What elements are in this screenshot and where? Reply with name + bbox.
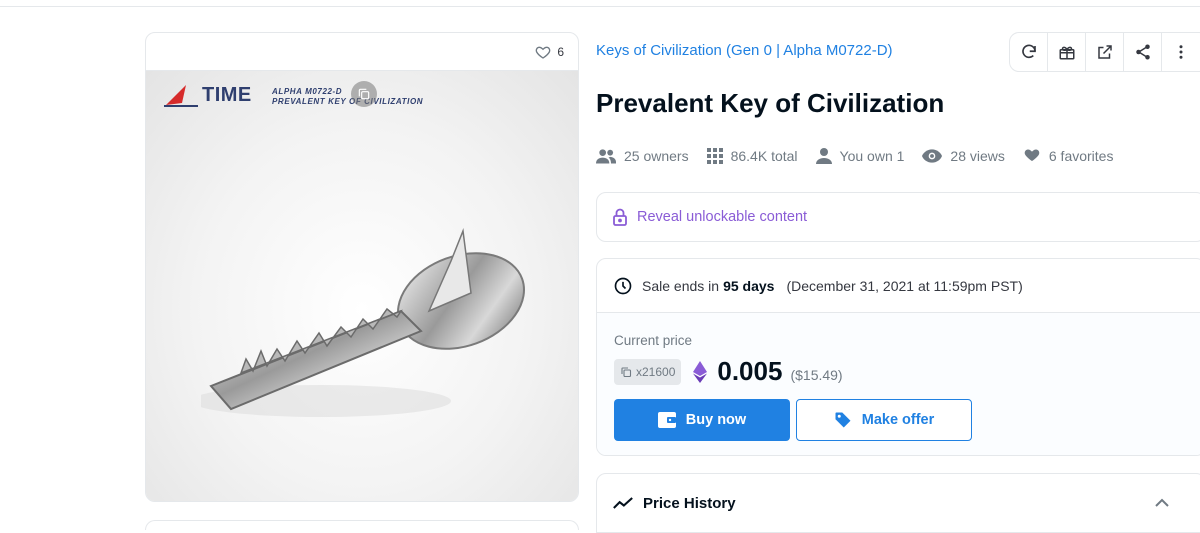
trend-icon [613, 497, 633, 509]
eye-icon [922, 149, 943, 163]
image-card-header: 6 [146, 33, 578, 71]
item-stats: 25 owners 86.4K total You own 1 28 views… [596, 148, 1131, 164]
chevron-up-icon[interactable] [1155, 498, 1169, 508]
current-price-label: Current price [614, 333, 693, 348]
key-artwork [201, 228, 525, 417]
price-usd: ($15.49) [790, 366, 843, 383]
copy-icon[interactable] [351, 81, 377, 107]
more-button[interactable] [1162, 33, 1200, 71]
ethereum-icon [693, 360, 708, 383]
favorites-count: 6 favorites [1048, 148, 1114, 164]
favorites-stat[interactable]: 6 favorites [1023, 148, 1114, 164]
sale-ends-days: 95 days [723, 277, 775, 294]
sale-ends-prefix: Sale ends in [642, 277, 720, 294]
unlockable-label: Reveal unlockable content [637, 209, 808, 225]
sale-body: Current price x21600 0.005 ($15.49) Buy … [597, 313, 1200, 455]
tag-icon [835, 412, 851, 428]
clock-icon [614, 277, 632, 294]
buy-now-label: Buy now [685, 412, 747, 428]
unlockable-content-button[interactable]: Reveal unlockable content [596, 192, 1200, 242]
person-icon [815, 148, 832, 164]
description-card-edge [145, 520, 579, 530]
price-eth: 0.005 [717, 356, 783, 386]
top-divider [0, 6, 1200, 7]
make-offer-button[interactable]: Make offer [796, 399, 972, 441]
external-link-button[interactable] [1086, 33, 1124, 71]
sale-countdown: Sale ends in 95 days (December 31, 2021 … [597, 259, 1200, 313]
item-actions [1009, 32, 1200, 72]
total-count: 86.4K total [730, 148, 798, 164]
owners-stat[interactable]: 25 owners [596, 148, 689, 164]
views-count: 28 views [950, 148, 1005, 164]
item-image[interactable]: TIME ALPHA M0722-D PREVALENT KEY OF CIVI… [146, 71, 578, 501]
heart-icon[interactable] [535, 44, 551, 60]
wallet-icon [657, 412, 676, 428]
total-stat: 86.4K total [706, 148, 798, 164]
sale-ends-date: (December 31, 2021 at 11:59pm PST) [786, 277, 1023, 294]
price-row: x21600 0.005 ($15.49) [614, 356, 1200, 387]
refresh-button[interactable] [1010, 33, 1048, 71]
you-own-stat: You own 1 [815, 148, 905, 164]
quantity-value: x21600 [636, 364, 676, 379]
artwork-subtitle: ALPHA M0722-D PREVALENT KEY OF CIVILIZAT… [272, 87, 423, 107]
heart-filled-icon [1024, 149, 1040, 162]
item-image-card: 6 TIME ALPHA M0722-D PREVALENT KEY OF CI… [145, 32, 579, 502]
share-icon [1135, 44, 1150, 60]
gift-icon [1059, 46, 1074, 60]
buy-now-button[interactable]: Buy now [614, 399, 790, 441]
brand-name: TIME [202, 83, 252, 106]
artwork-subtitle-line2: PREVALENT KEY OF CIVILIZATION [272, 97, 424, 106]
sale-actions: Buy now Make offer [614, 399, 1200, 441]
copies-icon [621, 366, 632, 377]
brand-wing-icon [164, 85, 198, 107]
sale-card: Sale ends in 95 days (December 31, 2021 … [596, 258, 1200, 456]
quantity-badge: x21600 [614, 358, 682, 385]
people-icon [596, 149, 616, 164]
transfer-button[interactable] [1048, 33, 1086, 71]
brand-logo: TIME [164, 83, 252, 107]
price-history-label: Price History [643, 494, 736, 512]
price-history-panel[interactable]: Price History [596, 473, 1200, 533]
refresh-icon [1021, 44, 1036, 59]
lock-icon [613, 208, 627, 226]
artwork-subtitle-line1: ALPHA M0722-D [272, 87, 343, 96]
item-title: Prevalent Key of Civilization [596, 88, 945, 118]
external-link-icon [1097, 45, 1112, 59]
make-offer-label: Make offer [861, 412, 935, 428]
collection-link[interactable]: Keys of Civilization (Gen 0 | Alpha M072… [596, 42, 893, 59]
owners-count: 25 owners [624, 148, 689, 164]
views-stat: 28 views [922, 148, 1005, 164]
grid-icon [706, 148, 723, 164]
share-button[interactable] [1124, 33, 1162, 71]
favorite-count: 6 [557, 44, 564, 59]
you-own-count: You own 1 [839, 148, 905, 164]
more-vertical-icon [1179, 45, 1183, 59]
